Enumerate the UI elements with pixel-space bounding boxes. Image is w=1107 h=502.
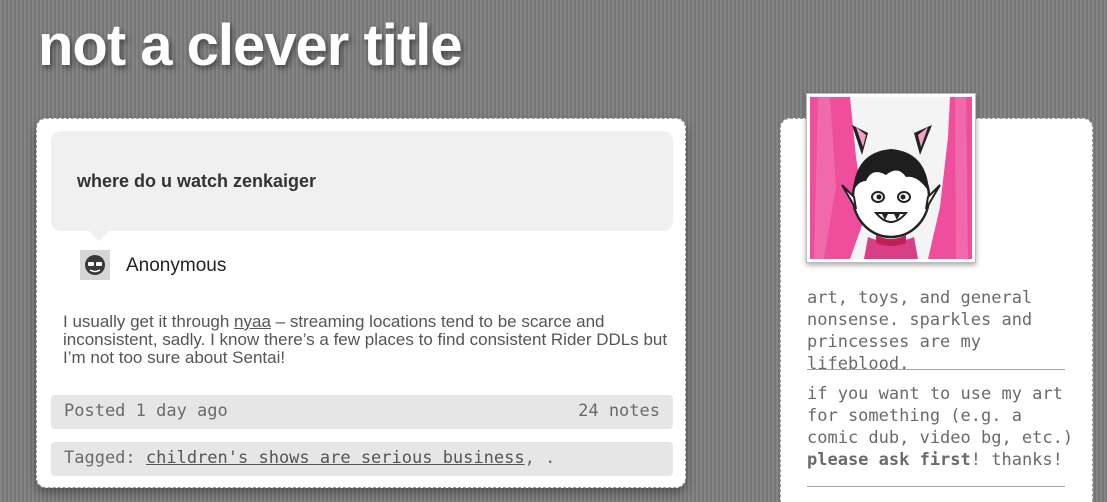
art-note-part2: ! thanks! [970,450,1063,470]
tags-bar: Tagged: children's shows are serious bus… [51,442,673,476]
answer-text: I usually get it through nyaa – streamin… [63,313,673,367]
post-meta-bar: Posted 1 day ago 24 notes [51,395,673,429]
posted-date-link[interactable]: Posted 1 day ago [64,401,228,421]
art-note-part1: if you want to use my art for something … [807,384,1074,448]
tags-label: Tagged: [64,448,146,468]
question-text: where do u watch zenkaiger [77,171,317,191]
nyaa-link[interactable]: nyaa [234,312,271,331]
tags-line: Tagged: children's shows are serious bus… [64,448,555,468]
art-note-bold: please ask first [807,450,971,470]
art-usage-note: if you want to use my art for something … [807,383,1077,471]
sidebar-divider [807,369,1065,370]
asker-name[interactable]: Anonymous [126,255,226,277]
notes-count-link[interactable]: 24 notes [578,401,660,421]
tag-link[interactable]: children's shows are serious business [146,448,525,468]
question-bubble: where do u watch zenkaiger [51,131,673,241]
blog-title[interactable]: not a clever title [38,12,463,79]
answer-text-part1: I usually get it through [63,312,235,331]
anonymous-avatar-icon[interactable] [80,250,110,280]
avatar-portrait-icon [810,97,972,259]
blog-avatar[interactable] [806,93,976,263]
post-card: where do u watch zenkaiger Anonymous I u… [36,118,686,488]
sidebar-divider-bottom [807,486,1065,487]
tags-tail: , . [524,448,556,468]
sidebar-description: art, toys, and general nonsense. sparkle… [807,288,1033,374]
